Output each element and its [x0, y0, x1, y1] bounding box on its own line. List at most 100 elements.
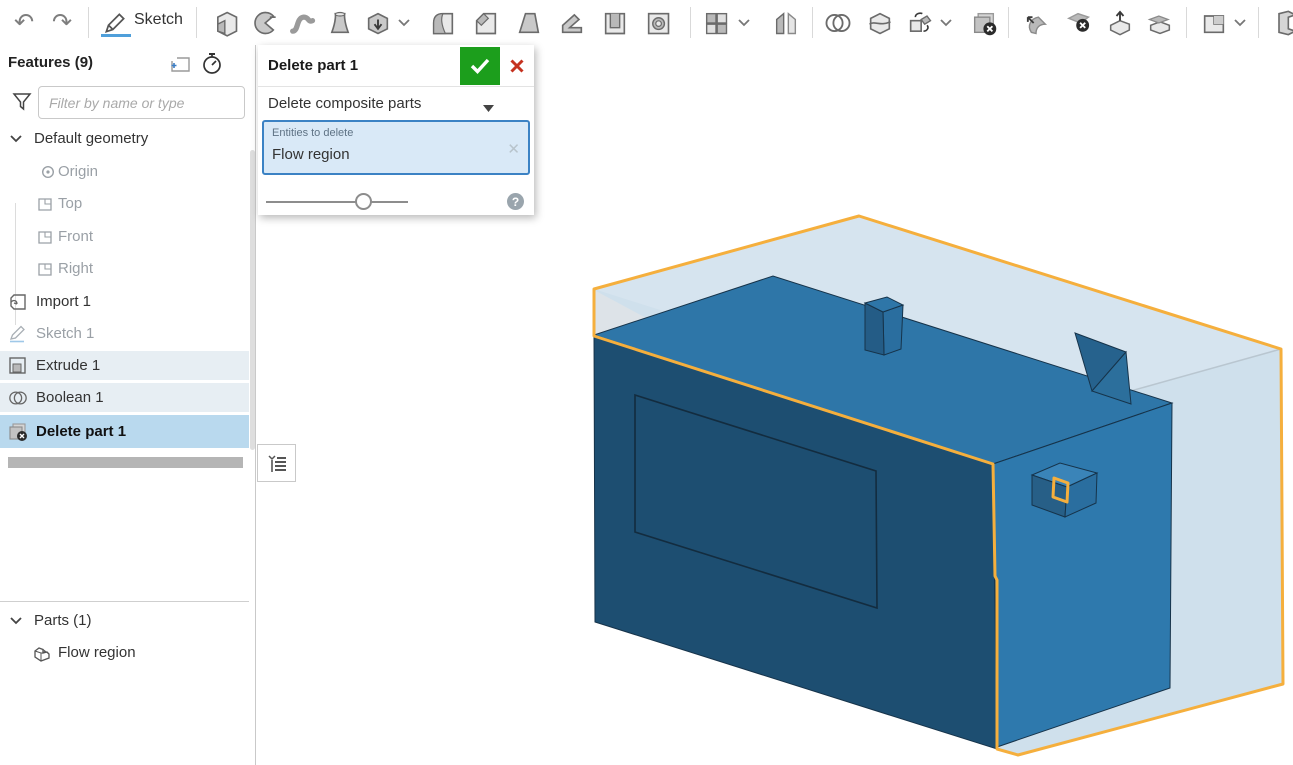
chevron-down-icon [1234, 19, 1246, 27]
replace-face-button[interactable] [1144, 7, 1176, 39]
parts-divider [0, 601, 249, 602]
transform-button[interactable] [904, 7, 936, 39]
transform-menu-chevron[interactable] [938, 14, 954, 32]
loft-button[interactable] [324, 7, 356, 39]
toolbar-divider [690, 7, 691, 38]
split-button[interactable] [864, 7, 896, 39]
filter-icon [10, 89, 34, 115]
pattern-menu-chevron[interactable] [736, 14, 752, 32]
cancel-button[interactable] [504, 53, 530, 79]
tree-item-boolean-1[interactable]: Boolean 1 [0, 383, 249, 412]
tree-item-import-1[interactable]: Import 1 [0, 286, 249, 317]
move-boundary-button[interactable] [1104, 7, 1136, 39]
chevron-down-icon[interactable] [8, 131, 24, 147]
sweep-icon [288, 9, 316, 37]
mirror-button[interactable] [770, 7, 802, 39]
draft-icon [515, 9, 543, 37]
confirm-button[interactable] [460, 47, 500, 85]
plane-button[interactable] [1198, 7, 1230, 39]
boolean-icon [823, 9, 853, 37]
plane-icon [36, 259, 56, 279]
chevron-down-icon[interactable] [8, 613, 24, 629]
feature-list-icon [265, 451, 289, 475]
tree-item-label: Delete part 1 [36, 423, 126, 440]
vertical-scrollbar[interactable] [250, 150, 255, 450]
toolbar-divider [196, 7, 197, 38]
delete-face-button[interactable] [1062, 7, 1094, 39]
tree-item-top-plane[interactable]: Top [0, 188, 249, 219]
clear-selection-icon[interactable]: ✕ [507, 140, 520, 158]
feature-list-flyout-button[interactable] [257, 444, 296, 482]
loft-icon [326, 9, 354, 37]
extrude-icon [212, 9, 240, 37]
shell-icon [601, 9, 629, 37]
tree-item-extrude-1[interactable]: Extrude 1 [0, 351, 249, 380]
plane-menu-chevron[interactable] [1232, 14, 1248, 32]
boolean-button[interactable] [822, 7, 854, 39]
chevron-down-icon [940, 19, 952, 27]
parts-section-header[interactable]: Parts (1) [0, 605, 249, 636]
horizontal-scrollbar[interactable] [8, 457, 243, 468]
tree-item-label: Sketch 1 [36, 325, 94, 342]
import-icon [8, 292, 28, 312]
pencil-icon [8, 324, 28, 344]
delete-part-button[interactable] [968, 7, 1000, 39]
toolbar-divider [1008, 7, 1009, 38]
rollback-slider-handle[interactable] [355, 193, 372, 210]
dropdown-caret-icon [483, 99, 494, 117]
operation-dropdown[interactable]: Delete composite parts [258, 88, 534, 119]
parts-section-title: Parts (1) [34, 612, 92, 629]
tree-item-label: Top [58, 195, 82, 212]
entities-field-value: Flow region [272, 146, 350, 163]
main-toolbar: ↶ ↷ Sketch [0, 0, 1293, 45]
part-item-flow-region[interactable]: Flow region [0, 637, 249, 668]
undo-button[interactable]: ↶ [8, 7, 40, 39]
thicken-button[interactable] [362, 7, 394, 39]
toolbar-divider [1186, 7, 1187, 38]
tree-item-sketch-1[interactable]: Sketch 1 [0, 318, 249, 349]
rollback-timer-button[interactable] [200, 52, 224, 76]
dialog-title: Delete part 1 [268, 57, 358, 74]
extrude-button[interactable] [210, 7, 242, 39]
tree-item-right-plane[interactable]: Right [0, 253, 249, 284]
move-face-button[interactable] [1020, 7, 1052, 39]
rib-button[interactable] [556, 7, 588, 39]
tree-item-front-plane[interactable]: Front [0, 221, 249, 252]
tree-item-origin[interactable]: Origin [0, 156, 249, 187]
chevron-down-icon [398, 19, 410, 27]
fillet-button[interactable] [427, 7, 459, 39]
enclose-button[interactable] [1270, 7, 1293, 39]
origin-icon [38, 162, 58, 182]
tree-item-label: Boolean 1 [36, 389, 104, 406]
entities-to-delete-field[interactable]: Entities to delete Flow region ✕ [262, 120, 530, 175]
tree-item-default-geometry[interactable]: Default geometry [0, 123, 249, 154]
tree-item-label: Front [58, 228, 93, 245]
tree-item-label: Extrude 1 [36, 357, 100, 374]
sweep-button[interactable] [286, 7, 318, 39]
features-panel: Features (9) Default geometry Origin Top… [0, 45, 256, 765]
toolbar-divider [1258, 7, 1259, 38]
chamfer-button[interactable] [470, 7, 502, 39]
hole-button[interactable] [642, 7, 674, 39]
draft-button[interactable] [513, 7, 545, 39]
add-folder-button[interactable] [168, 52, 192, 76]
help-button[interactable]: ? [507, 193, 524, 210]
revolve-button[interactable] [248, 7, 280, 39]
chamfer-icon [472, 9, 500, 37]
replace-face-icon [1146, 9, 1174, 37]
rib-icon [558, 9, 586, 37]
hole-icon [644, 9, 672, 37]
sketch-button-label[interactable]: Sketch [134, 11, 183, 29]
boolean-icon [8, 388, 28, 408]
tree-item-delete-part-1[interactable]: Delete part 1 [0, 415, 249, 448]
thicken-menu-chevron[interactable] [396, 14, 412, 32]
filter-input[interactable] [38, 86, 245, 119]
transform-icon [906, 9, 934, 37]
shell-button[interactable] [599, 7, 631, 39]
pattern-button[interactable] [700, 7, 732, 39]
rollback-slider-track[interactable] [266, 201, 408, 203]
extrude-icon [8, 356, 28, 376]
enclose-icon [1272, 9, 1293, 37]
redo-button[interactable]: ↷ [46, 7, 78, 39]
tree-item-label: Default geometry [34, 130, 148, 147]
